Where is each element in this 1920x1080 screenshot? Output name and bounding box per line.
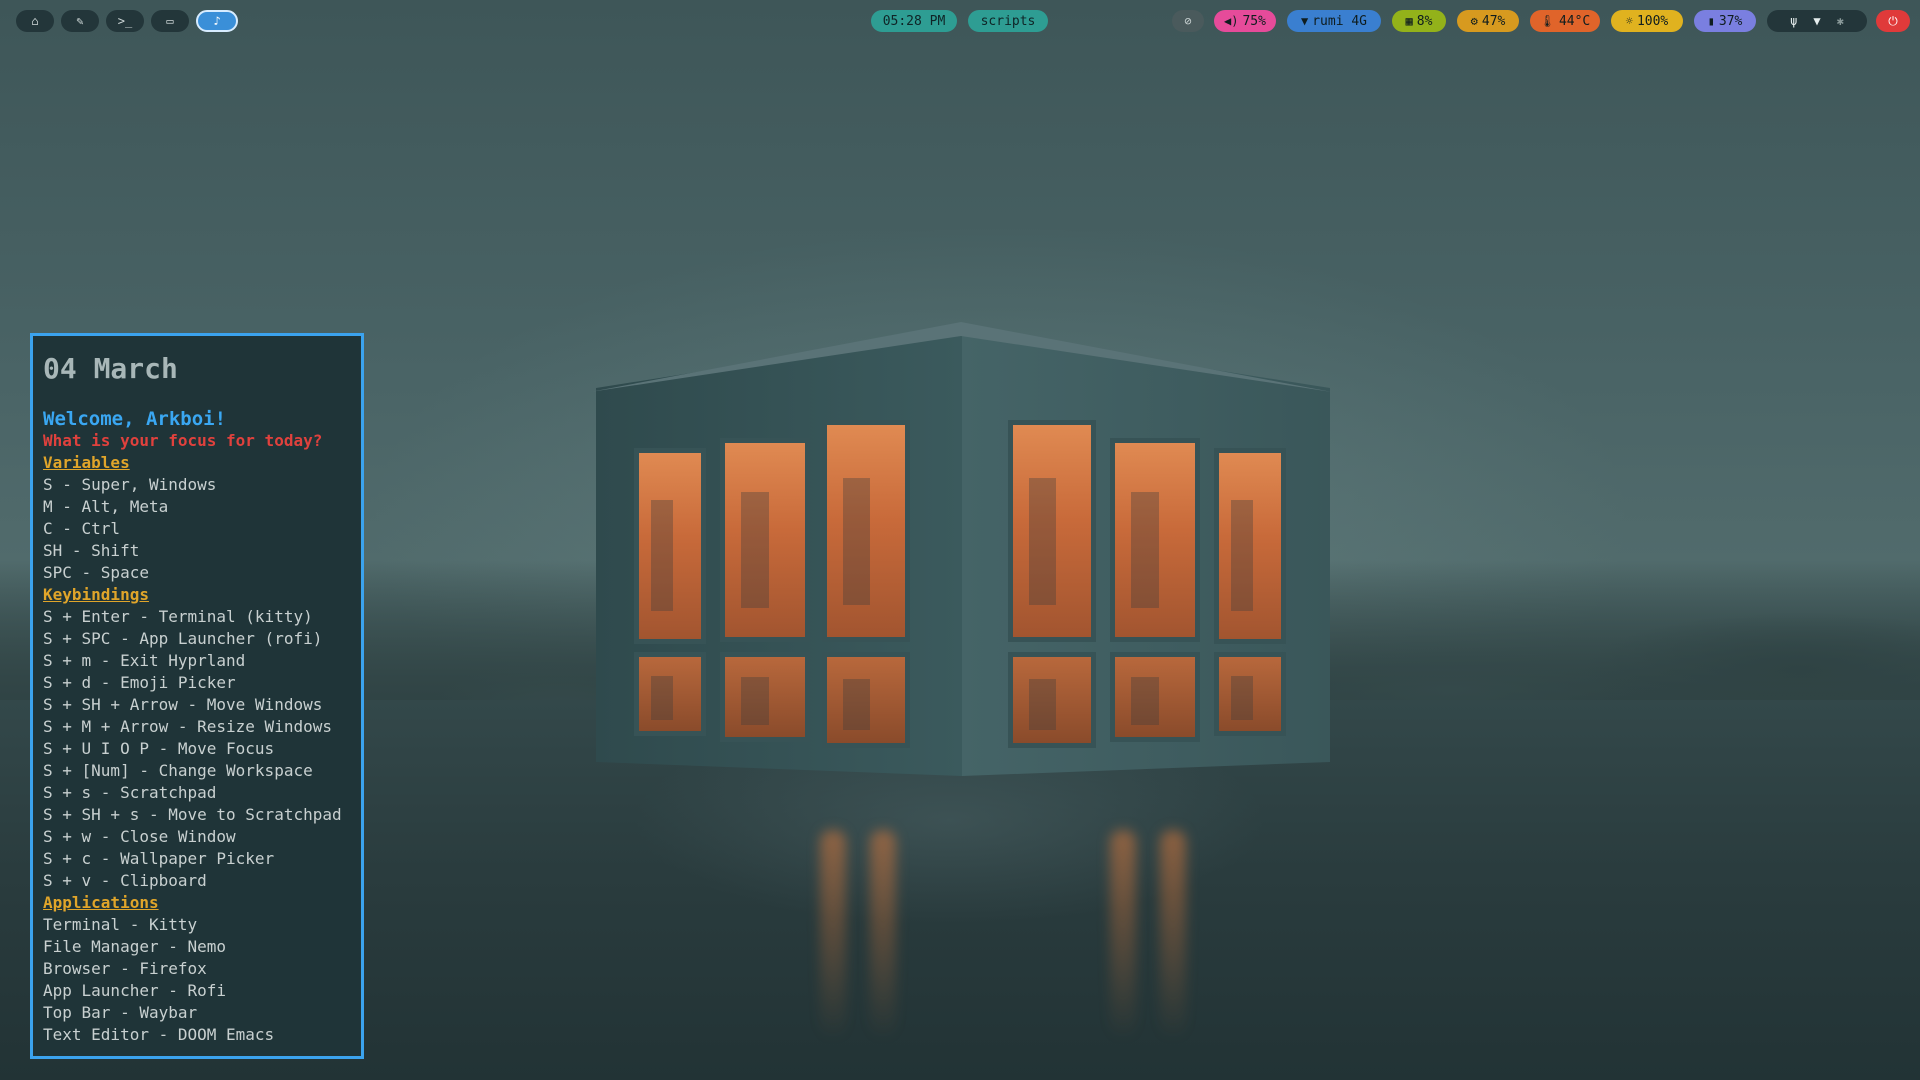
network-text: rumi 4G xyxy=(1312,13,1368,29)
list-item: S + s - Scratchpad xyxy=(43,783,217,802)
welcome-message: Welcome, Arkboi! xyxy=(43,408,227,430)
usb-icon[interactable]: ψ xyxy=(1790,15,1797,27)
volume-icon: ◀) xyxy=(1224,14,1239,28)
waybar-top-bar: ⌂ ✎ >_ ▭ ♪ 05:28 PM scripts ⊘ ◀) 75% ▼ r… xyxy=(0,0,1920,42)
cpu-icon: ⚙ xyxy=(1470,14,1478,28)
list-item: Terminal - Kitty xyxy=(43,915,198,934)
list-item: S + v - Clipboard xyxy=(43,871,207,890)
light-reflection xyxy=(820,830,846,1040)
memory-icon: ▦ xyxy=(1405,14,1413,28)
lit-window xyxy=(1008,420,1096,642)
list-item: S + m - Exit Hyprland xyxy=(43,651,246,670)
lit-window xyxy=(1008,652,1096,748)
light-reflection xyxy=(870,830,896,1040)
lit-window xyxy=(1214,448,1286,644)
clock-text: 05:28 PM xyxy=(882,13,946,29)
light-reflection xyxy=(1160,830,1186,1040)
battery-icon: ▮ xyxy=(1707,14,1715,28)
date-heading: 04 March xyxy=(43,352,178,385)
list-item: S + Enter - Terminal (kitty) xyxy=(43,607,313,626)
temperature-text: 44°C xyxy=(1558,13,1591,29)
list-item: S + SH + s - Move to Scratchpad xyxy=(43,805,342,824)
notifications-toggle[interactable]: ⊘ xyxy=(1172,10,1204,32)
network-module[interactable]: ▼ rumi 4G xyxy=(1287,10,1381,32)
scripts-label: scripts xyxy=(980,13,1036,29)
cpu-text: 47% xyxy=(1481,13,1506,29)
chat-icon: ▭ xyxy=(166,14,174,28)
list-item: File Manager - Nemo xyxy=(43,937,227,956)
list-item: S + M + Arrow - Resize Windows xyxy=(43,717,332,736)
battery-module[interactable]: ▮ 37% xyxy=(1694,10,1756,32)
section-heading-variables: Variables xyxy=(43,453,130,472)
lit-window xyxy=(720,438,810,642)
list-item: Top Bar - Waybar xyxy=(43,1003,198,1022)
edit-icon: ✎ xyxy=(76,14,84,28)
brightness-text: 100% xyxy=(1636,13,1669,29)
list-item: C - Ctrl xyxy=(43,519,121,538)
lit-window xyxy=(634,652,706,736)
temperature-icon: 🌡 xyxy=(1539,14,1555,28)
volume-text: 75% xyxy=(1242,13,1266,29)
list-item: SPC - Space xyxy=(43,563,149,582)
memory-text: 8% xyxy=(1416,13,1433,29)
section-heading-keybindings: Keybindings xyxy=(43,585,149,604)
focus-question: What is your focus for today? xyxy=(43,431,323,450)
list-item: S + U I O P - Move Focus xyxy=(43,739,275,758)
list-item: S + SH + Arrow - Move Windows xyxy=(43,695,323,714)
brightness-icon: ☼ xyxy=(1625,14,1633,28)
system-tray: ψ ▼ ✱ xyxy=(1767,10,1867,32)
light-reflection xyxy=(1110,830,1136,1040)
list-item: App Launcher - Rofi xyxy=(43,981,227,1000)
memory-module[interactable]: ▦ 8% xyxy=(1392,10,1446,32)
info-widget-panel: 04 March Welcome, Arkboi! What is your f… xyxy=(30,333,364,1059)
list-item: Browser - Firefox xyxy=(43,959,207,978)
lit-window xyxy=(822,652,910,748)
lit-window xyxy=(822,420,910,642)
list-item: Text Editor - DOOM Emacs xyxy=(43,1025,275,1044)
brightness-module[interactable]: ☼ 100% xyxy=(1611,10,1683,32)
workspace-button-4[interactable]: ▭ xyxy=(151,10,189,32)
cpu-module[interactable]: ⚙ 47% xyxy=(1457,10,1519,32)
workspace-button-1[interactable]: ⌂ xyxy=(16,10,54,32)
workspace-button-3[interactable]: >_ xyxy=(106,10,144,32)
power-icon: ⏻ xyxy=(1888,14,1898,28)
lit-window xyxy=(720,652,810,742)
workspace-button-5-active[interactable]: ♪ xyxy=(196,10,238,32)
music-icon: ♪ xyxy=(213,14,221,28)
notifications-off-icon: ⊘ xyxy=(1184,14,1192,28)
lit-window xyxy=(1110,438,1200,642)
list-item: S - Super, Windows xyxy=(43,475,217,494)
home-icon: ⌂ xyxy=(31,14,39,28)
wifi-icon: ▼ xyxy=(1300,14,1309,28)
scripts-button[interactable]: scripts xyxy=(968,10,1048,32)
battery-text: 37% xyxy=(1718,13,1743,29)
workspace-button-2[interactable]: ✎ xyxy=(61,10,99,32)
clock[interactable]: 05:28 PM xyxy=(871,10,957,32)
wifi-tray-icon[interactable]: ▼ xyxy=(1813,15,1820,27)
temperature-module[interactable]: 🌡 44°C xyxy=(1530,10,1600,32)
lit-window xyxy=(634,448,706,644)
section-heading-applications: Applications xyxy=(43,893,159,912)
list-item: M - Alt, Meta xyxy=(43,497,169,516)
list-item: S + SPC - App Launcher (rofi) xyxy=(43,629,323,648)
list-item: S + c - Wallpaper Picker xyxy=(43,849,275,868)
list-item: S + d - Emoji Picker xyxy=(43,673,236,692)
volume-module[interactable]: ◀) 75% xyxy=(1214,10,1276,32)
bluetooth-icon[interactable]: ✱ xyxy=(1837,15,1844,27)
terminal-icon: >_ xyxy=(117,14,133,28)
list-item: S + [Num] - Change Workspace xyxy=(43,761,313,780)
lit-window xyxy=(1214,652,1286,736)
lit-window xyxy=(1110,652,1200,742)
list-item: S + w - Close Window xyxy=(43,827,236,846)
list-item: SH - Shift xyxy=(43,541,140,560)
power-button[interactable]: ⏻ xyxy=(1876,10,1910,32)
